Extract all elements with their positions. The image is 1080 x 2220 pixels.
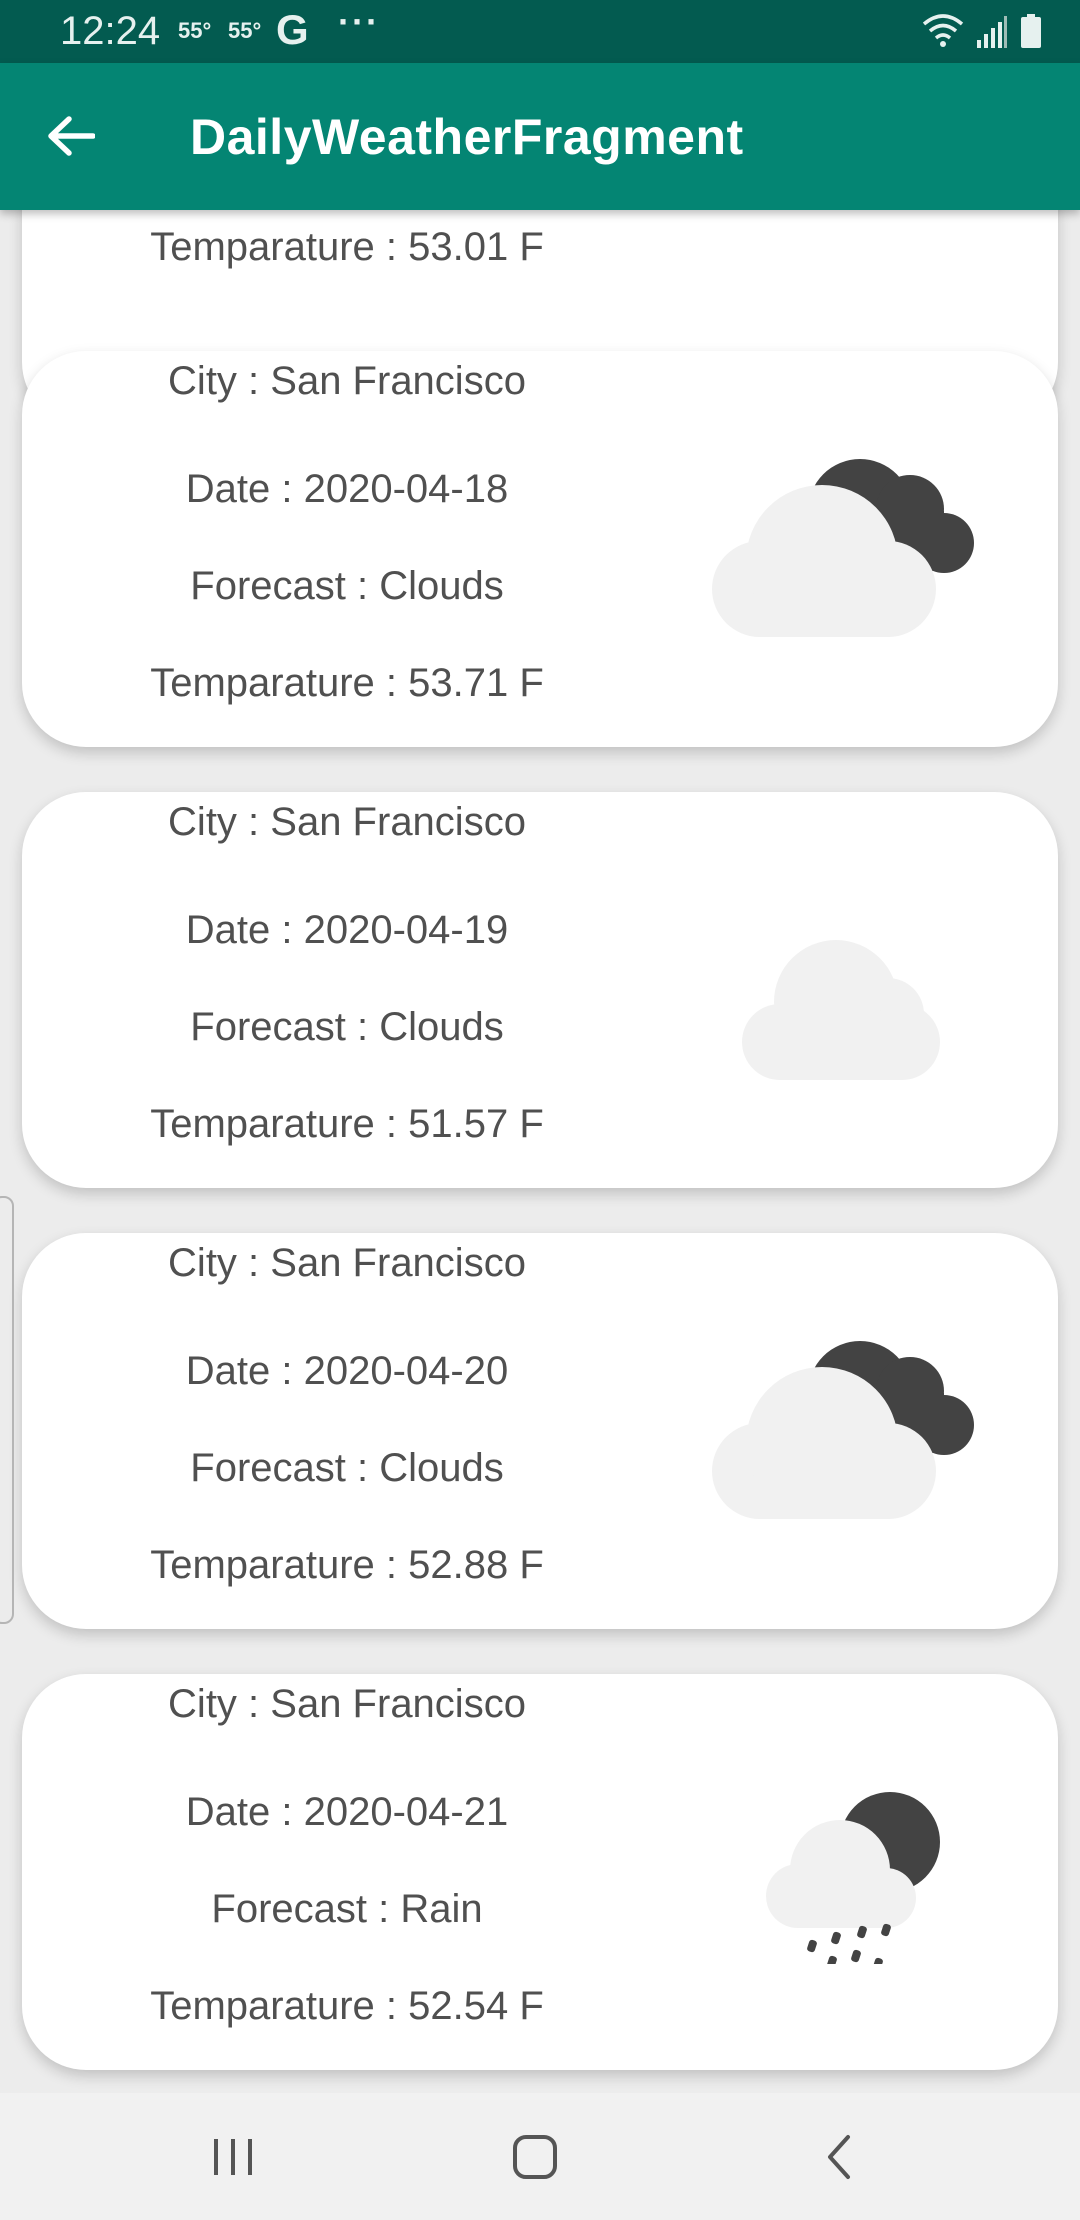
status-bar: 12:24 55° 55° G ··· bbox=[0, 0, 1080, 63]
weather-card[interactable]: City : San Francisco Date : 2020-04-18 F… bbox=[22, 351, 1058, 747]
weather-card[interactable]: City : San Francisco Date : 2020-04-19 F… bbox=[22, 792, 1058, 1188]
temperature-text: Temparature : 53.71 F bbox=[150, 661, 544, 705]
temperature-text: Temparature : 53.01 F bbox=[150, 225, 544, 269]
city-text: City : San Francisco bbox=[168, 1682, 526, 1726]
rain-night-icon bbox=[766, 1792, 940, 1964]
cloudy-night-icon bbox=[712, 1341, 974, 1519]
back-button[interactable] bbox=[36, 101, 106, 171]
wifi-icon bbox=[922, 14, 964, 47]
city-text: City : San Francisco bbox=[168, 1241, 526, 1285]
status-temperature-2: 55° bbox=[228, 18, 262, 43]
temperature-text: Temparature : 52.54 F bbox=[150, 1984, 544, 2028]
navigation-bar bbox=[0, 2093, 1080, 2220]
arrow-left-icon bbox=[48, 116, 95, 156]
recent-apps-button[interactable] bbox=[178, 2115, 288, 2199]
forecast-text: Forecast : Clouds bbox=[190, 564, 504, 608]
forecast-text: Forecast : Rain bbox=[211, 1887, 483, 1931]
date-text: Date : 2020-04-18 bbox=[185, 467, 509, 511]
forecast-text: Forecast : Clouds bbox=[190, 1005, 504, 1049]
date-text: Date : 2020-04-20 bbox=[185, 1349, 509, 1393]
back-icon bbox=[828, 2135, 850, 2179]
scroll-indicator[interactable] bbox=[0, 1196, 14, 1624]
weather-card[interactable]: City : San Francisco Date : 2020-04-21 F… bbox=[22, 1674, 1058, 2070]
forecast-text: Forecast : Clouds bbox=[190, 1446, 504, 1490]
more-notifications-icon: ··· bbox=[338, 1, 380, 42]
status-temperature-1: 55° bbox=[178, 18, 212, 43]
cloudy-night-icon bbox=[712, 459, 974, 637]
city-text: City : San Francisco bbox=[168, 800, 526, 844]
status-time: 12:24 bbox=[60, 9, 161, 53]
city-text: City : San Francisco bbox=[168, 359, 526, 403]
home-icon bbox=[513, 2135, 557, 2179]
signal-icon bbox=[977, 16, 1007, 48]
battery-icon bbox=[1021, 14, 1041, 48]
weather-list[interactable]: Temparature : 53.01 F City : San Francis… bbox=[0, 210, 1080, 2093]
weather-card[interactable]: City : San Francisco Date : 2020-04-20 F… bbox=[22, 1233, 1058, 1629]
date-text: Date : 2020-04-19 bbox=[185, 908, 509, 952]
google-icon: G bbox=[276, 6, 309, 53]
cloud-icon bbox=[742, 940, 940, 1080]
app-bar: DailyWeatherFragment bbox=[0, 63, 1080, 210]
back-nav-button[interactable] bbox=[784, 2115, 894, 2199]
temperature-text: Temparature : 52.88 F bbox=[150, 1543, 544, 1587]
home-button[interactable] bbox=[480, 2115, 590, 2199]
temperature-text: Temparature : 51.57 F bbox=[150, 1102, 544, 1146]
page-title: DailyWeatherFragment bbox=[190, 109, 744, 165]
date-text: Date : 2020-04-21 bbox=[185, 1790, 509, 1834]
status-icons bbox=[922, 12, 1042, 48]
recent-apps-icon bbox=[214, 2139, 252, 2175]
